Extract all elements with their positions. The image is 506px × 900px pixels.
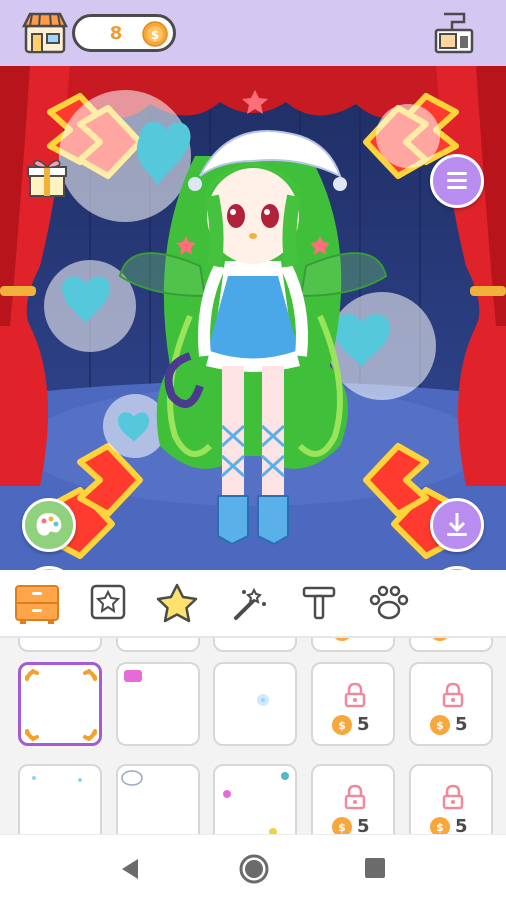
shop-icon[interactable] bbox=[21, 10, 69, 56]
item-price: $ 5 bbox=[429, 714, 481, 738]
item-price: $ 5 bbox=[331, 816, 383, 834]
item-cell[interactable] bbox=[18, 764, 102, 834]
dressup-game-screen: 8 $ $ 5 $ 5 $ 5 $ 5 bbox=[0, 0, 506, 900]
star-frame-icon[interactable] bbox=[88, 582, 134, 626]
item-cell[interactable] bbox=[213, 638, 297, 652]
item-cell-selected[interactable] bbox=[18, 662, 102, 746]
item-cell-locked[interactable]: $ 5 bbox=[311, 662, 395, 746]
magic-wand-icon[interactable] bbox=[228, 582, 274, 626]
item-price: 5 bbox=[429, 638, 481, 644]
system-nav-bar bbox=[0, 834, 506, 900]
coin-balance: 8 $ bbox=[72, 14, 176, 52]
coin-icon: $ bbox=[142, 21, 168, 47]
item-cell[interactable] bbox=[213, 662, 297, 746]
coin-icon: $ bbox=[430, 715, 450, 735]
stage-scene bbox=[0, 66, 506, 570]
character-stage bbox=[0, 66, 506, 570]
coin-icon: $ bbox=[430, 817, 450, 834]
lock-icon bbox=[344, 784, 366, 810]
back-icon[interactable] bbox=[116, 855, 144, 883]
dressing-room-icon[interactable] bbox=[430, 10, 478, 56]
svg-text:$: $ bbox=[151, 28, 159, 42]
item-price: $ 5 bbox=[331, 714, 383, 738]
download-icon[interactable] bbox=[430, 498, 484, 552]
palette-icon[interactable] bbox=[22, 498, 76, 552]
frame-corners-icon bbox=[25, 669, 97, 741]
recent-apps-icon[interactable] bbox=[362, 855, 388, 881]
star-icon[interactable] bbox=[155, 582, 201, 626]
item-price: $ 5 bbox=[429, 816, 481, 834]
lock-icon bbox=[344, 682, 366, 708]
lock-icon bbox=[442, 784, 464, 810]
flower-sticker-icon bbox=[223, 772, 289, 834]
dots-sticker-icon bbox=[32, 776, 82, 782]
drawer-icon[interactable] bbox=[14, 582, 60, 626]
item-cell[interactable] bbox=[116, 638, 200, 652]
speech-bubble-icon bbox=[121, 770, 143, 786]
coin-icon bbox=[432, 638, 448, 641]
paw-icon[interactable] bbox=[366, 582, 412, 626]
tag-sticker-icon bbox=[124, 670, 142, 682]
coin-icon bbox=[334, 638, 350, 641]
coin-icon: $ bbox=[332, 715, 352, 735]
gift-icon[interactable] bbox=[24, 154, 70, 200]
coin-icon: $ bbox=[332, 817, 352, 834]
item-cell[interactable] bbox=[116, 764, 200, 834]
svg-text:$: $ bbox=[436, 719, 444, 732]
menu-icon[interactable] bbox=[430, 154, 484, 208]
top-bar: 8 $ bbox=[0, 0, 506, 66]
svg-text:$: $ bbox=[338, 719, 346, 732]
coin-count: 8 bbox=[109, 23, 123, 44]
lock-icon bbox=[442, 682, 464, 708]
item-cell[interactable] bbox=[213, 764, 297, 834]
category-tab-bar bbox=[0, 570, 506, 638]
item-cell[interactable] bbox=[116, 662, 200, 746]
item-price: 5 bbox=[331, 638, 383, 644]
text-icon[interactable] bbox=[298, 582, 344, 626]
item-cell-locked[interactable]: $ 5 bbox=[409, 662, 493, 746]
item-grid: 5 5 bbox=[0, 638, 506, 834]
item-cell-locked[interactable]: 5 bbox=[311, 638, 395, 652]
sparkle-icon bbox=[257, 694, 269, 706]
svg-text:$: $ bbox=[436, 821, 444, 834]
item-cell-locked[interactable]: $ 5 bbox=[311, 764, 395, 834]
svg-text:$: $ bbox=[338, 821, 346, 834]
item-cell-locked[interactable]: 5 bbox=[409, 638, 493, 652]
home-icon[interactable] bbox=[238, 853, 270, 885]
item-cell[interactable] bbox=[18, 638, 102, 652]
item-cell-locked[interactable]: $ 5 bbox=[409, 764, 493, 834]
